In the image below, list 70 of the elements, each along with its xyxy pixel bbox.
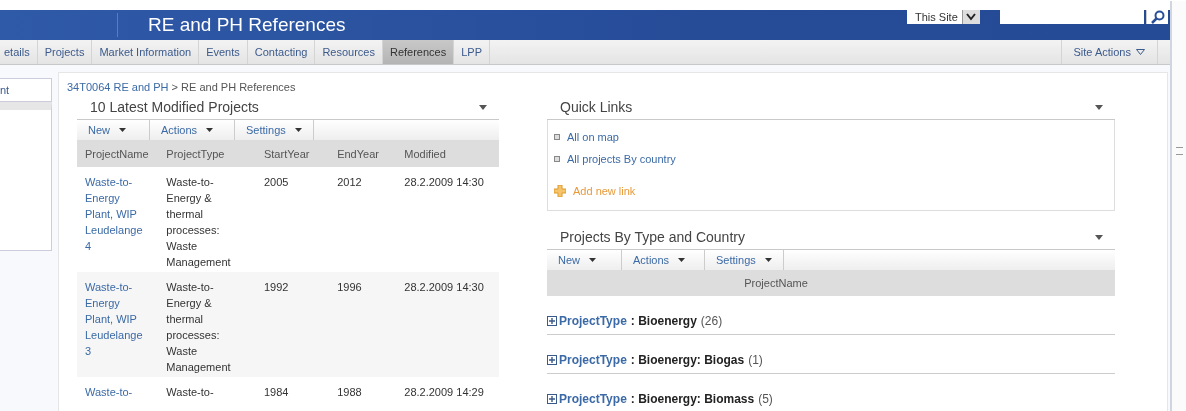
webpart-title: Quick Links [560,99,634,115]
webpart-title: Projects By Type and Country [560,229,746,245]
group-count: (5) [758,391,773,406]
nav-tab[interactable]: etails [0,40,38,64]
expand-icon[interactable] [547,354,557,365]
nav-tab[interactable]: Contacting [247,40,316,64]
table-cell: 1988 [329,377,397,411]
column-header[interactable]: ProjectType [158,140,256,167]
nav-tab[interactable]: References [382,40,455,64]
caret-icon [1136,49,1145,55]
group-value: : Bioenergy: Biomass [630,391,755,406]
search-icon [1150,10,1165,24]
caret-icon [294,128,302,132]
quick-link[interactable]: All projects By country [567,153,676,165]
caret-icon [678,258,686,262]
table-cell: Waste-to-Energy & thermal processes: Waste Management [158,167,256,272]
scroll-grip-icon [1175,147,1183,155]
column-header[interactable]: ProjectName [547,270,1115,296]
nav-tab[interactable]: Market Information [92,40,200,64]
table-cell: 28.2.2009 14:30 [396,272,499,377]
bullet-icon [554,156,560,162]
bullet-icon [554,134,560,140]
table-cell: 2012 [329,167,397,272]
group-count: (1) [748,352,763,367]
breadcrumb-separator: > [171,81,178,93]
caret-icon[interactable] [1095,234,1103,240]
expand-icon[interactable] [547,393,557,404]
nav-tab[interactable]: Events [199,40,248,64]
project-link[interactable]: Waste-to-Energy Plant, WIP Leudelange 4 [85,174,151,254]
table-cell: 1992 [255,272,330,377]
group-value: : Bioenergy: Biogas [630,352,745,367]
table-cell: 1996 [329,272,397,377]
table-cell: 28.2.2009 14:29 [396,377,499,411]
webpart-title: 10 Latest Modified Projects [90,99,260,115]
caret-icon[interactable] [1095,104,1103,110]
column-header[interactable]: StartYear [255,140,330,167]
project-link[interactable]: Waste-to-Energy Plant, WIP Leudelange 3 [85,279,151,359]
caret-icon [589,258,596,262]
search-button[interactable] [1146,10,1168,24]
group-field[interactable]: ProjectType [559,352,627,367]
plus-icon [554,185,566,197]
caret-icon [764,258,772,262]
table-cell: Waste-to-Energy & thermal processes: Waste Management [158,272,256,377]
group-value: : Bioenergy [630,313,697,328]
quick-link[interactable]: All on map [567,131,619,143]
table-cell: 2005 [255,167,330,272]
caret-icon[interactable] [479,104,487,110]
nav-tab[interactable]: Resources [315,40,383,64]
column-header[interactable]: EndYear [329,140,397,167]
project-link[interactable]: Waste-to- [85,384,151,400]
scope-dropdown[interactable]: This Site [907,10,980,24]
table-cell: 28.2.2009 14:30 [396,167,499,272]
site-actions-menu[interactable]: Site Actions [1060,40,1158,64]
column-header[interactable]: ProjectName [77,140,159,167]
breadcrumb-current: RE and PH References [181,81,296,93]
caret-icon [206,128,214,132]
group-field[interactable]: ProjectType [559,313,627,328]
chevron-icon [966,13,977,21]
group-field[interactable]: ProjectType [559,391,627,406]
caret-icon [119,128,126,132]
sidebar-item[interactable]: nt [0,78,52,102]
nav-tab[interactable]: LPP [454,40,490,64]
site-title: RE and PH References [117,13,346,37]
table-cell: Waste-to- [158,377,256,411]
table-cell: 1984 [255,377,330,411]
group-count: (26) [700,313,723,328]
nav-tab[interactable]: Projects [37,40,93,64]
column-header[interactable]: Modified [396,140,499,167]
breadcrumb-link[interactable]: 34T0064 RE and PH [67,81,169,93]
expand-icon[interactable] [547,315,557,326]
